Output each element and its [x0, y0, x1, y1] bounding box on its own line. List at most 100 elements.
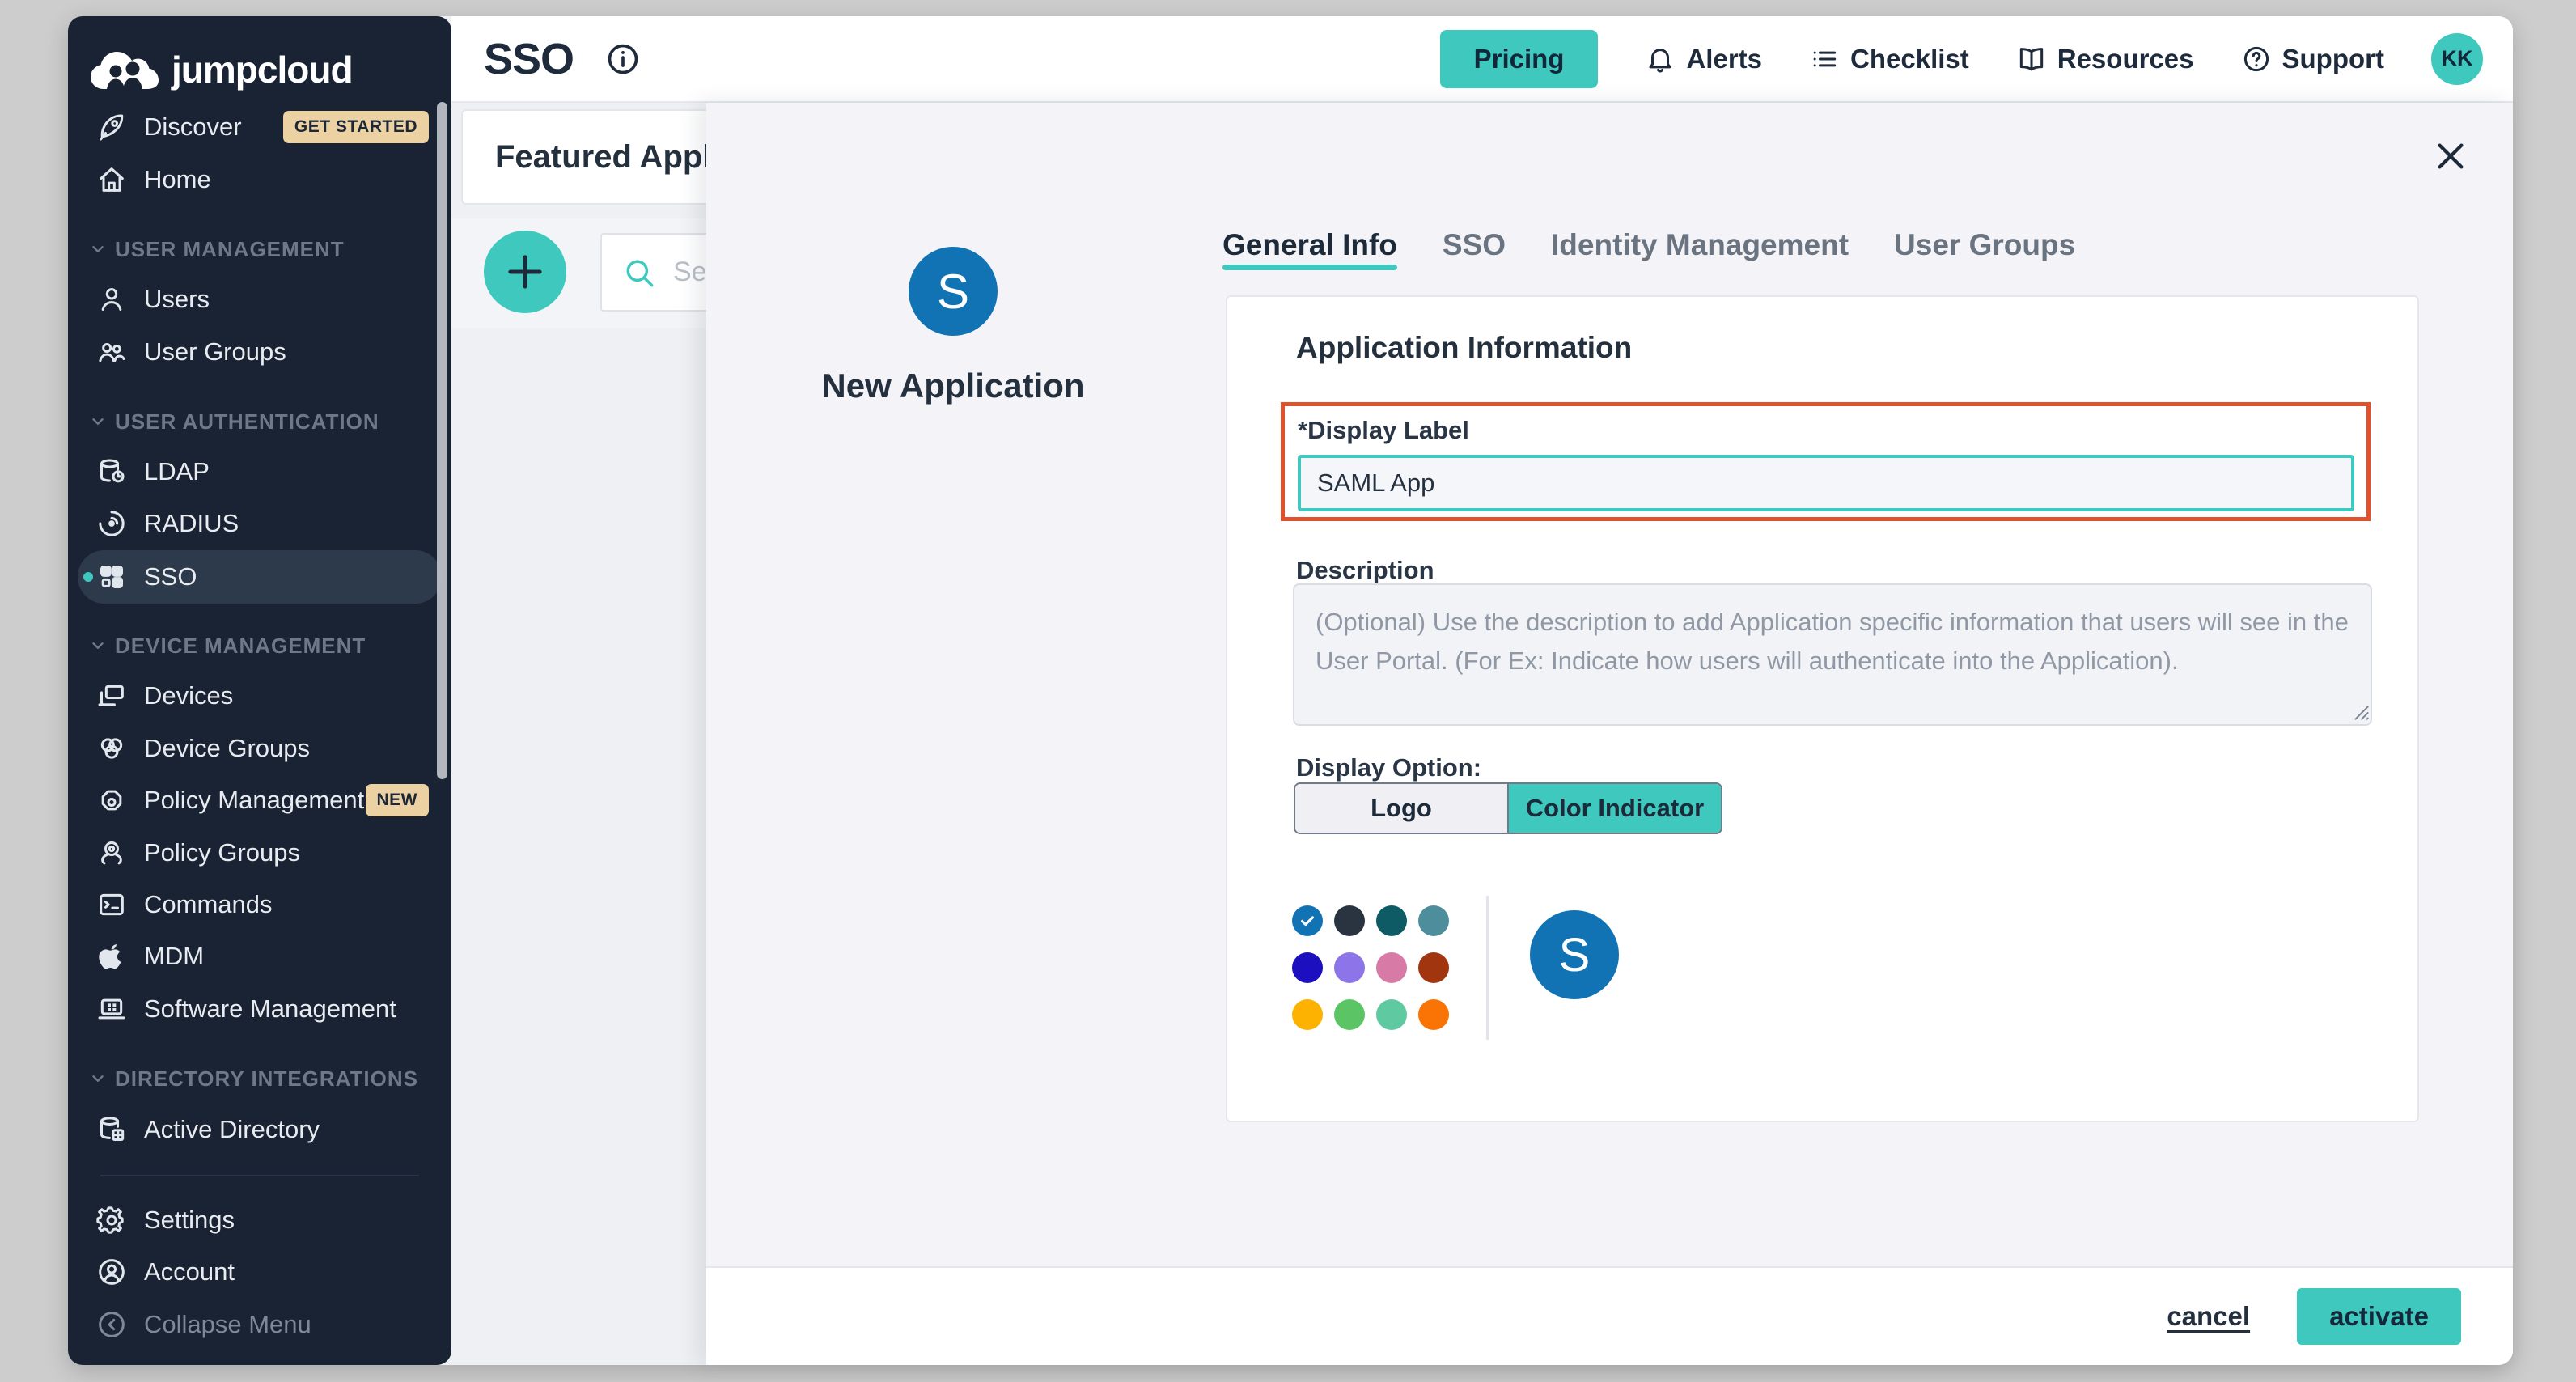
chevron-down-icon	[89, 1070, 107, 1087]
tab-underline	[1894, 265, 2075, 270]
check-icon	[1299, 912, 1316, 930]
sidebar-item-home[interactable]: Home	[78, 154, 442, 206]
modal-footer: cancel activate	[706, 1266, 2513, 1365]
color-swatch[interactable]	[1292, 952, 1323, 983]
sidebar-item-commands[interactable]: Commands	[78, 879, 442, 931]
color-swatch[interactable]	[1418, 999, 1449, 1030]
tab-label: General Info	[1222, 228, 1397, 261]
sidebar-section-device-management[interactable]: DEVICE MANAGEMENT	[89, 630, 442, 662]
collapse-arrow-icon	[95, 1308, 128, 1341]
jumpcloud-cloud-icon	[89, 47, 160, 92]
section-label: USER AUTHENTICATION	[115, 409, 379, 435]
get-started-badge: GET STARTED	[283, 111, 429, 143]
sidebar-item-label: Collapse Menu	[144, 1310, 311, 1339]
sidebar-item-ldap[interactable]: LDAP	[78, 446, 442, 498]
sidebar-item-mdm[interactable]: MDM	[78, 931, 442, 982]
color-swatch[interactable]	[1334, 905, 1365, 936]
display-option-label: Display Option:	[1296, 753, 1481, 782]
sidebar-item-software-management[interactable]: Software Management	[78, 983, 442, 1035]
sidebar-item-settings[interactable]: Settings	[78, 1194, 442, 1246]
tab-label: User Groups	[1894, 228, 2075, 261]
sidebar-item-account[interactable]: Account	[78, 1246, 442, 1298]
software-laptop-icon	[95, 993, 128, 1025]
plus-icon	[502, 248, 549, 295]
color-swatch[interactable]	[1334, 952, 1365, 983]
info-icon[interactable]	[604, 40, 642, 78]
description-textarea[interactable]	[1293, 583, 2372, 726]
sidebar-section-user-authentication[interactable]: USER AUTHENTICATION	[89, 405, 442, 438]
book-icon	[2016, 44, 2047, 74]
sidebar-item-active-directory[interactable]: Active Directory	[78, 1104, 442, 1155]
display-option-color-indicator[interactable]: Color Indicator	[1507, 784, 1721, 833]
sidebar-item-label: Devices	[144, 681, 233, 710]
description-label: Description	[1296, 556, 1434, 585]
sidebar-item-collapse-menu[interactable]: Collapse Menu	[78, 1299, 442, 1350]
color-indicator-preview-letter: S	[1559, 928, 1591, 982]
policy-groups-icon	[95, 837, 128, 869]
color-indicator-preview: S	[1530, 910, 1619, 999]
resources-button[interactable]: Resources	[2016, 44, 2194, 74]
color-swatch[interactable]	[1292, 999, 1323, 1030]
activate-button[interactable]: activate	[2297, 1288, 2461, 1345]
alerts-label: Alerts	[1686, 44, 1762, 74]
question-circle-icon	[2241, 44, 2272, 74]
sidebar-item-radius[interactable]: RADIUS	[78, 498, 442, 549]
tab-user-groups[interactable]: User Groups	[1894, 229, 2075, 270]
account-circle-icon	[95, 1256, 128, 1288]
support-label: Support	[2282, 44, 2384, 74]
apple-icon	[95, 940, 128, 973]
display-label-input[interactable]	[1298, 455, 2354, 511]
chevron-down-icon	[89, 413, 107, 430]
sidebar-item-label: SSO	[144, 562, 197, 591]
users-group-icon	[95, 336, 128, 368]
application-avatar: S	[909, 247, 998, 336]
new-badge: NEW	[366, 784, 430, 816]
add-application-button[interactable]	[484, 231, 566, 313]
sidebar-item-sso[interactable]: SSO	[78, 550, 442, 604]
color-swatch-selected[interactable]	[1292, 905, 1323, 936]
sidebar-divider	[100, 1175, 419, 1176]
sidebar-section-directory-integrations[interactable]: DIRECTORY INTEGRATIONS	[89, 1062, 442, 1095]
user-avatar[interactable]: KK	[2431, 33, 2483, 85]
display-option-toggle: Logo Color Indicator	[1294, 782, 1722, 834]
sidebar-scrollbar[interactable]	[437, 102, 447, 779]
close-modal-button[interactable]	[2432, 135, 2474, 177]
tab-sso[interactable]: SSO	[1443, 229, 1506, 270]
color-swatch[interactable]	[1418, 952, 1449, 983]
color-swatch[interactable]	[1418, 905, 1449, 936]
display-label-highlight-box: *Display Label	[1281, 402, 2371, 521]
sidebar-section-user-management[interactable]: USER MANAGEMENT	[89, 233, 442, 265]
close-icon	[2432, 138, 2469, 175]
color-swatch[interactable]	[1376, 952, 1407, 983]
color-swatch[interactable]	[1334, 999, 1365, 1030]
checklist-icon	[1809, 44, 1840, 74]
color-swatch[interactable]	[1376, 999, 1407, 1030]
display-option-logo[interactable]: Logo	[1295, 784, 1507, 833]
pricing-button[interactable]: Pricing	[1440, 30, 1599, 88]
sidebar-item-devices[interactable]: Devices	[78, 670, 442, 722]
sidebar-item-label: User Groups	[144, 337, 286, 367]
chevron-down-icon	[89, 240, 107, 258]
cancel-button[interactable]: cancel	[2167, 1301, 2250, 1332]
color-swatch[interactable]	[1376, 905, 1407, 936]
sidebar-item-users[interactable]: Users	[78, 273, 442, 325]
support-button[interactable]: Support	[2241, 44, 2384, 74]
sidebar-item-discover[interactable]: Discover GET STARTED	[78, 101, 442, 153]
color-swatch-grid	[1292, 905, 1449, 1030]
modal-tabs: General Info SSO Identity Management Use…	[1222, 229, 2075, 270]
rocket-icon	[95, 111, 128, 143]
checklist-button[interactable]: Checklist	[1809, 44, 1969, 74]
sidebar-item-policy-management[interactable]: Policy Management NEW	[78, 774, 442, 826]
tab-general-info[interactable]: General Info	[1222, 229, 1397, 270]
sidebar-item-label: Policy Management	[144, 786, 364, 815]
jumpcloud-logo[interactable]: jumpcloud	[89, 47, 353, 92]
sidebar-item-policy-groups[interactable]: Policy Groups	[78, 827, 442, 879]
sidebar-item-user-groups[interactable]: User Groups	[78, 326, 442, 378]
card-heading: Application Information	[1296, 331, 1632, 365]
sidebar-item-device-groups[interactable]: Device Groups	[78, 723, 442, 774]
alerts-button[interactable]: Alerts	[1645, 44, 1762, 74]
tab-identity-management[interactable]: Identity Management	[1551, 229, 1849, 270]
sidebar-item-label: Commands	[144, 890, 273, 919]
home-icon	[95, 163, 128, 196]
sidebar-item-label: Settings	[144, 1206, 235, 1235]
